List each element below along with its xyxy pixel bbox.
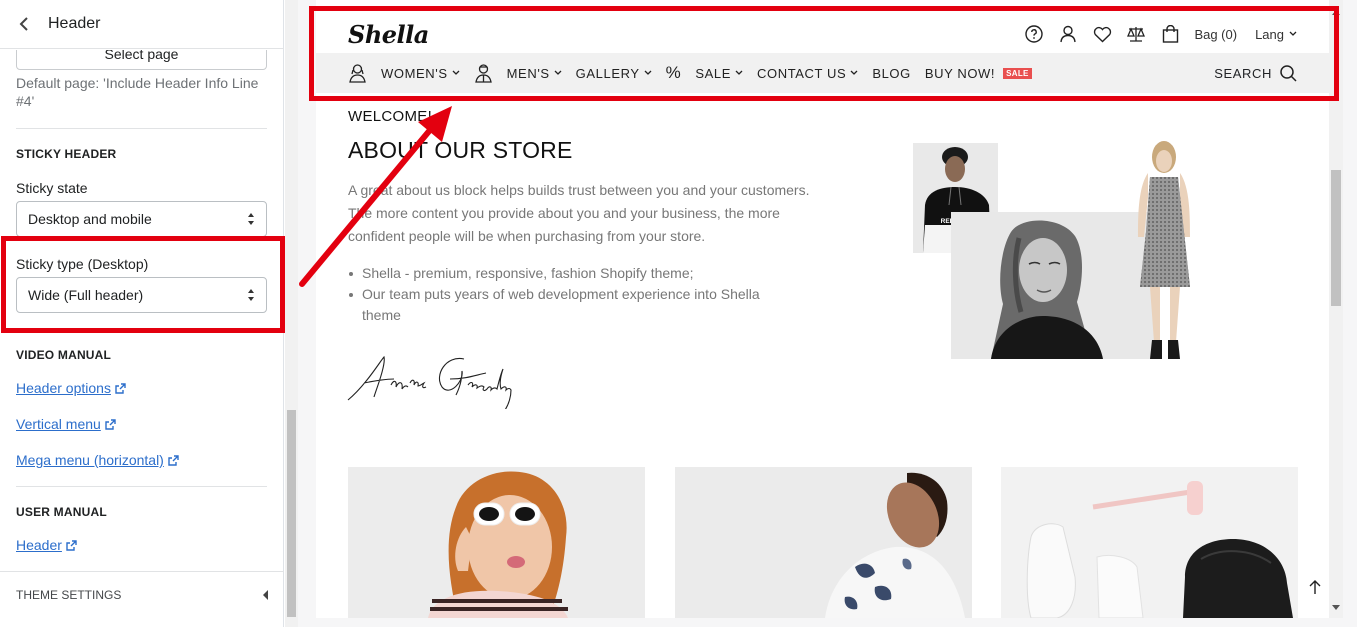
vertical-menu-link-text: Vertical menu xyxy=(16,416,101,432)
video-manual-heading: VIDEO MANUAL xyxy=(16,348,112,362)
user-manual-heading: USER MANUAL xyxy=(16,505,107,519)
header-options-link-text: Header options xyxy=(16,380,111,396)
sticky-header-heading: STICKY HEADER xyxy=(16,147,117,161)
sticky-state-select[interactable]: Desktop and mobile xyxy=(16,201,267,237)
select-arrows-icon xyxy=(248,213,254,225)
external-link-icon xyxy=(66,539,77,551)
mega-menu-link[interactable]: Mega menu (horizontal) xyxy=(16,452,179,468)
product-card-sunglasses-woman[interactable] xyxy=(348,467,645,618)
external-link-icon xyxy=(168,454,179,466)
external-link-icon xyxy=(105,418,116,430)
signature-image xyxy=(347,355,512,409)
theme-settings-label: THEME SETTINGS xyxy=(16,587,122,602)
external-link-icon xyxy=(115,382,126,394)
back-to-top-button[interactable] xyxy=(1303,573,1327,601)
back-button[interactable] xyxy=(0,0,48,49)
sticky-state-value: Desktop and mobile xyxy=(28,211,152,227)
panel-scrollbar-thumb[interactable] xyxy=(287,410,296,617)
caret-left-icon xyxy=(263,589,268,600)
product-card-man-shirt[interactable] xyxy=(675,467,972,618)
annotation-arrow-icon xyxy=(299,106,452,287)
default-page-info: Default page: 'Include Header Info Line … xyxy=(16,75,259,109)
divider xyxy=(16,128,267,129)
panel-title: Header xyxy=(48,15,101,32)
scroll-down-arrow-icon[interactable] xyxy=(1332,605,1340,610)
highlight-sticky-type xyxy=(1,236,285,333)
arrow-up-icon xyxy=(1309,580,1321,594)
header-manual-link[interactable]: Header xyxy=(16,537,77,553)
product-card-accessories[interactable] xyxy=(1001,467,1298,618)
sticky-state-label: Sticky state xyxy=(16,180,88,196)
divider xyxy=(16,486,267,487)
panel-body: Select page Default page: 'Include Heade… xyxy=(0,50,284,627)
header-options-link[interactable]: Header options xyxy=(16,380,126,396)
chevron-left-icon xyxy=(19,17,28,31)
panel-header: Header xyxy=(0,0,284,49)
panel-scrollbar[interactable] xyxy=(285,0,298,627)
vertical-menu-link[interactable]: Vertical menu xyxy=(16,416,116,432)
highlight-store-header xyxy=(309,6,1339,101)
select-page-button[interactable]: Select page xyxy=(16,50,267,70)
model-woman-dress-photo xyxy=(1124,137,1204,362)
theme-settings-toggle[interactable]: THEME SETTINGS xyxy=(0,571,284,617)
mega-menu-link-text: Mega menu (horizontal) xyxy=(16,452,164,468)
preview-scrollbar-thumb[interactable] xyxy=(1331,170,1341,306)
list-item: Our team puts years of web development e… xyxy=(348,284,788,326)
header-manual-link-text: Header xyxy=(16,537,62,553)
